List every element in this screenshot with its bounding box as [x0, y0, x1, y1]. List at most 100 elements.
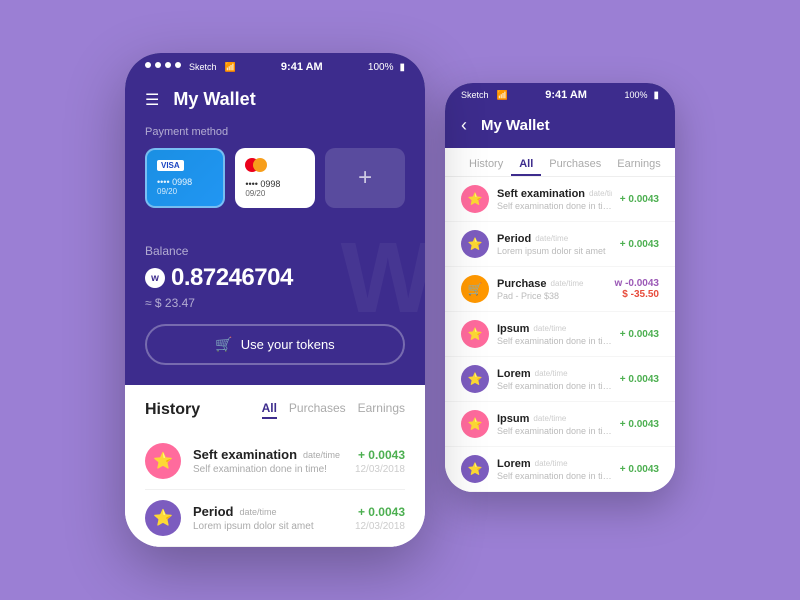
sec-right-2: + 0.0043 — [620, 239, 659, 250]
sec-item-7: ⭐ Lorem date/time Self examination done … — [445, 447, 675, 492]
sec-item-3: 🛒 Purchase date/time Pad - Price $38 w -… — [445, 267, 675, 312]
history-header: History All Purchases Earnings — [145, 401, 405, 419]
add-card-button[interactable]: + — [325, 148, 405, 208]
secondary-network: Sketch — [461, 90, 489, 101]
history-icon-2: ⭐ — [145, 500, 181, 536]
secondary-wifi-icon: 📶 — [497, 90, 508, 101]
sec-info-1: Seft examination date/time Self examinat… — [497, 188, 612, 211]
sec-right-1: + 0.0043 — [620, 194, 659, 205]
mc-number: •••• 0998 — [245, 179, 305, 189]
use-tokens-label: Use your tokens — [241, 337, 335, 352]
sec-right-5: + 0.0043 — [620, 374, 659, 385]
history-right-2: + 0.0043 12/03/2018 — [355, 505, 405, 532]
sec-desc-6: Self examination done in time! — [497, 426, 612, 436]
secondary-battery-pct: 100% — [624, 90, 647, 100]
history-amount-1: + 0.0043 — [355, 448, 405, 462]
main-phone: Sketch 📶 9:41 AM 100% ▮ ☰ My Wallet Paym… — [125, 53, 425, 547]
sec-desc-4: Self examination done in time! — [497, 336, 612, 346]
visa-date: 09/20 — [157, 187, 213, 196]
balance-label: Balance — [145, 244, 405, 258]
sec-icon-3: 🛒 — [461, 275, 489, 303]
history-date-1: 12/03/2018 — [355, 464, 405, 475]
history-desc-2: Lorem ipsum dolor sit amet — [193, 521, 343, 532]
sec-icon-6: ⭐ — [461, 410, 489, 438]
sec-desc-2: Lorem ipsum dolor sit amet — [497, 246, 612, 256]
tab-purchases[interactable]: Purchases — [289, 401, 346, 419]
secondary-signal: Sketch 📶 — [461, 90, 508, 101]
history-name-1: Seft examination date/time — [193, 447, 343, 462]
sec-info-5: Lorem date/time Self examination done in… — [497, 368, 612, 391]
secondary-status-bar: Sketch 📶 9:41 AM 100% ▮ — [445, 83, 675, 107]
sec-icon-5: ⭐ — [461, 365, 489, 393]
sec-amount-1: + 0.0043 — [620, 194, 659, 205]
network-label: Sketch — [189, 62, 217, 73]
back-icon[interactable]: ‹ — [461, 115, 467, 136]
balance-usd: ≈ $ 23.47 — [145, 296, 405, 310]
secondary-tabs-row: History All Purchases Earnings — [445, 148, 675, 177]
visa-card[interactable]: VISA •••• 0998 09/20 — [145, 148, 225, 208]
visa-number: •••• 0998 — [157, 177, 213, 187]
history-desc-1: Self examination done in time! — [193, 464, 343, 475]
sec-info-3: Purchase date/time Pad - Price $38 — [497, 278, 607, 301]
battery-icon: 100% — [368, 62, 394, 73]
sec-icon-7: ⭐ — [461, 455, 489, 483]
visa-brand: VISA — [157, 160, 184, 171]
secondary-tab-purchases[interactable]: Purchases — [541, 154, 609, 176]
sec-item-4: ⭐ Ipsum date/time Self examination done … — [445, 312, 675, 357]
sec-amount-6: + 0.0043 — [620, 419, 659, 430]
use-tokens-button[interactable]: 🛒 Use your tokens — [145, 324, 405, 365]
secondary-time: 9:41 AM — [545, 89, 587, 101]
sec-info-7: Lorem date/time Self examination done in… — [497, 458, 612, 481]
phones-container: Sketch 📶 9:41 AM 100% ▮ ☰ My Wallet Paym… — [125, 53, 675, 547]
balance-amount-row: w 0.87246704 — [145, 264, 405, 292]
secondary-phone: Sketch 📶 9:41 AM 100% ▮ ‹ My Wallet Hist… — [445, 83, 675, 492]
sec-info-6: Ipsum date/time Self examination done in… — [497, 413, 612, 436]
sec-name-6: Ipsum date/time — [497, 413, 612, 425]
sec-info-4: Ipsum date/time Self examination done in… — [497, 323, 612, 346]
secondary-tab-earnings[interactable]: Earnings — [609, 154, 668, 176]
secondary-history: ⭐ Seft examination date/time Self examin… — [445, 177, 675, 492]
payment-section: Payment method VISA •••• 0998 09/20 — [125, 126, 425, 228]
sec-info-2: Period date/time Lorem ipsum dolor sit a… — [497, 233, 612, 256]
wifi-icon: 📶 — [225, 62, 236, 73]
sec-right-4: + 0.0043 — [620, 329, 659, 340]
history-section: History All Purchases Earnings ⭐ Seft ex… — [125, 385, 425, 547]
sec-amount-4: + 0.0043 — [620, 329, 659, 340]
sec-desc-3: Pad - Price $38 — [497, 291, 607, 301]
secondary-battery: 100% ▮ — [624, 90, 659, 101]
sec-amount-7: + 0.0043 — [620, 464, 659, 475]
secondary-tab-all[interactable]: All — [511, 154, 541, 176]
tab-earnings[interactable]: Earnings — [358, 401, 405, 419]
sec-name-3: Purchase date/time — [497, 278, 607, 290]
history-tabs: All Purchases Earnings — [262, 401, 405, 419]
mastercard-card[interactable]: •••• 0998 09/20 — [235, 148, 315, 208]
history-right-1: + 0.0043 12/03/2018 — [355, 448, 405, 475]
payment-label: Payment method — [145, 126, 405, 138]
status-time: 9:41 AM — [281, 61, 323, 73]
mc-date: 09/20 — [245, 189, 305, 198]
status-right: 100% ▮ — [368, 62, 405, 73]
battery-bar: ▮ — [399, 62, 405, 73]
sec-desc-7: Self examination done in time! — [497, 471, 612, 481]
sec-name-1: Seft examination date/time — [497, 188, 612, 200]
signal-dots: Sketch 📶 — [145, 62, 236, 73]
history-item-2: ⭐ Period date/time Lorem ipsum dolor sit… — [145, 490, 405, 547]
sec-name-5: Lorem date/time — [497, 368, 612, 380]
wallet-title: My Wallet — [173, 89, 255, 110]
menu-icon[interactable]: ☰ — [145, 90, 159, 110]
sec-amount-2: + 0.0043 — [620, 239, 659, 250]
history-name-2: Period date/time — [193, 504, 343, 519]
sec-name-2: Period date/time — [497, 233, 612, 245]
tab-all[interactable]: All — [262, 401, 277, 419]
secondary-battery-icon: ▮ — [653, 90, 659, 101]
sec-desc-1: Self examination done in time! — [497, 201, 612, 211]
sec-right-7: + 0.0043 — [620, 464, 659, 475]
history-icon-1: ⭐ — [145, 443, 181, 479]
history-date-2: 12/03/2018 — [355, 521, 405, 532]
sec-right-6: + 0.0043 — [620, 419, 659, 430]
balance-amount: 0.87246704 — [171, 264, 293, 292]
sec-item-2: ⭐ Period date/time Lorem ipsum dolor sit… — [445, 222, 675, 267]
secondary-wallet-title: My Wallet — [481, 117, 550, 134]
history-info-2: Period date/time Lorem ipsum dolor sit a… — [193, 504, 343, 532]
secondary-tab-history[interactable]: History — [461, 154, 511, 176]
